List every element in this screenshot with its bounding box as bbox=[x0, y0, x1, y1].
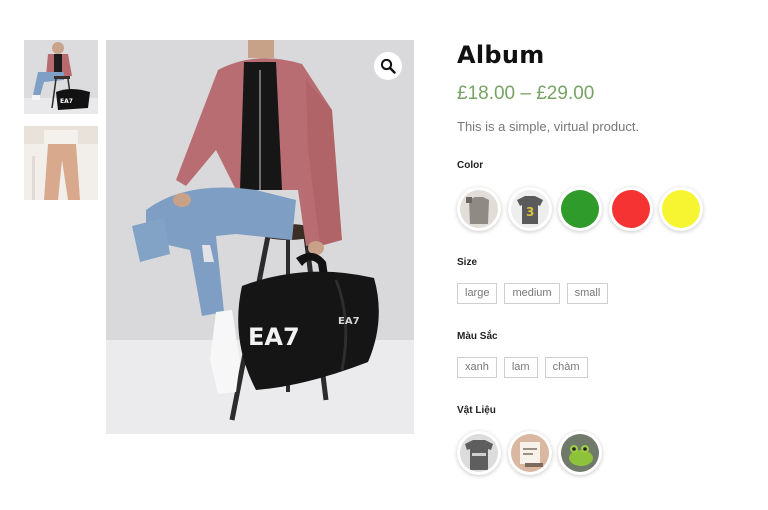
color-swatch-red[interactable] bbox=[608, 187, 653, 231]
product-main-image: EA7 EA7 bbox=[106, 40, 414, 434]
vat-lieu-attribute-label: Vật Liệu bbox=[457, 405, 496, 416]
mau-sac-option-lam[interactable]: lam bbox=[503, 357, 538, 378]
size-options: large medium small bbox=[457, 283, 615, 304]
color-attribute-label: Color bbox=[457, 160, 484, 171]
size-attribute-label: Size bbox=[457, 257, 478, 268]
vat-lieu-swatch-image-1[interactable] bbox=[457, 431, 501, 475]
color-swatch-image-2[interactable]: 3 bbox=[507, 187, 552, 231]
svg-text:EA7: EA7 bbox=[60, 98, 73, 105]
zoom-button[interactable] bbox=[374, 52, 402, 80]
svg-text:3: 3 bbox=[526, 205, 534, 219]
gallery-thumbnail-2[interactable] bbox=[24, 126, 98, 200]
mau-sac-options: xanh lam chàm bbox=[457, 357, 595, 378]
vat-lieu-swatch-image-2[interactable] bbox=[507, 431, 552, 475]
size-option-medium[interactable]: medium bbox=[504, 283, 560, 304]
vat-lieu-swatches bbox=[457, 431, 609, 475]
mau-sac-option-cham[interactable]: chàm bbox=[544, 357, 588, 378]
gallery-thumbnail-1[interactable]: EA7 bbox=[24, 40, 98, 114]
mau-sac-option-xanh[interactable]: xanh bbox=[457, 357, 497, 378]
vat-lieu-swatch-image-3[interactable] bbox=[558, 431, 602, 475]
color-swatches: 3 bbox=[457, 187, 710, 231]
mau-sac-attribute-label: Màu Sắc bbox=[457, 331, 498, 342]
color-swatch-image-1[interactable] bbox=[457, 187, 501, 231]
magnifier-icon bbox=[380, 58, 396, 74]
color-swatch-yellow[interactable] bbox=[659, 187, 703, 231]
size-option-large[interactable]: large bbox=[457, 283, 498, 304]
product-price: £18.00 – £29.00 bbox=[457, 83, 595, 104]
product-title: Album bbox=[457, 41, 545, 69]
product-description: This is a simple, virtual product. bbox=[457, 119, 640, 134]
svg-text:EA7: EA7 bbox=[338, 316, 360, 327]
product-summary: Album £18.00 – £29.00 This is a simple, … bbox=[457, 40, 757, 136]
color-swatch-green[interactable] bbox=[558, 187, 602, 231]
size-option-small[interactable]: small bbox=[566, 283, 609, 304]
bag-logo-text: EA7 bbox=[248, 323, 300, 351]
